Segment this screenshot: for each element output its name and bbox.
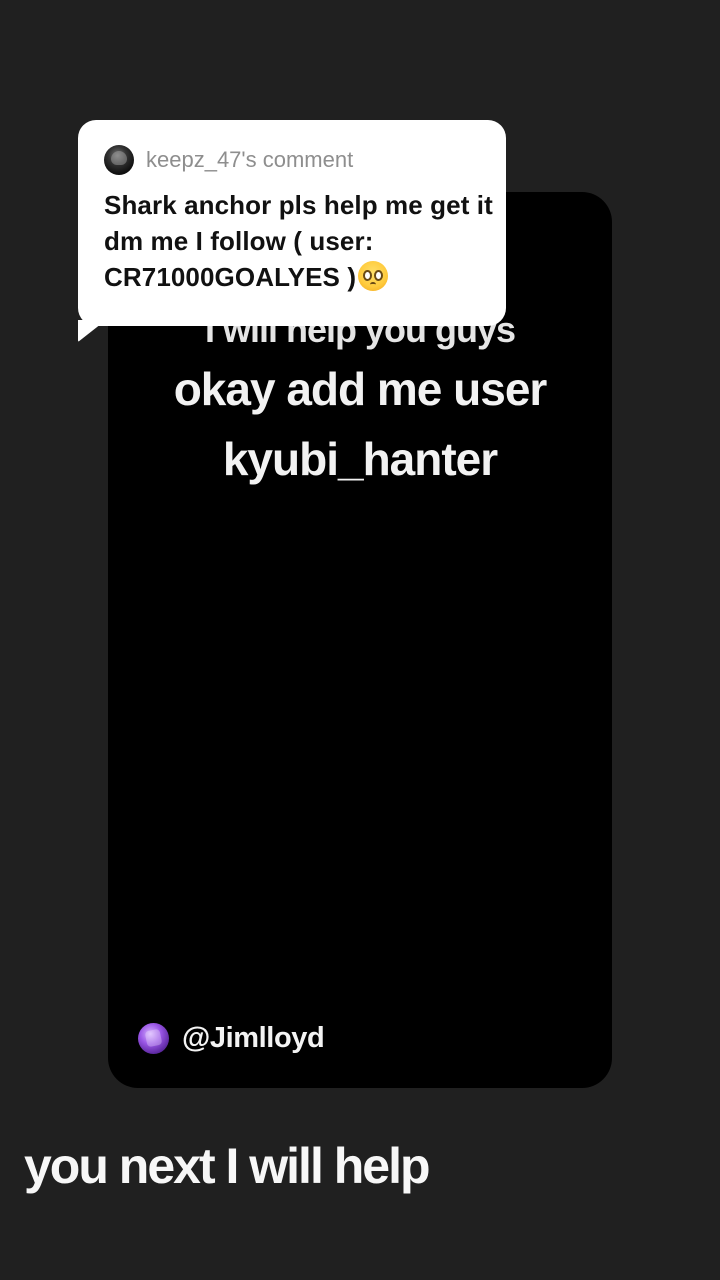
video-caption: you next I will help bbox=[24, 1138, 431, 1194]
comment-text: Shark anchor pls help me get it dm me I … bbox=[104, 190, 493, 292]
overlay-text-line-1: okay add me user bbox=[173, 363, 548, 415]
reply-video-screen: I will help you guys okay add me user ky… bbox=[0, 0, 720, 1280]
comment-reply-bubble[interactable]: keepz_47's comment Shark anchor pls help… bbox=[78, 120, 506, 326]
embedded-video-card[interactable]: I will help you guys okay add me user ky… bbox=[108, 192, 612, 1088]
creator-avatar bbox=[138, 1022, 169, 1054]
creator-credit[interactable]: @Jimlloyd bbox=[138, 1022, 325, 1054]
creator-handle: @Jimlloyd bbox=[182, 1022, 325, 1054]
pleading-face-icon bbox=[358, 261, 389, 291]
comment-bubble-tail bbox=[78, 320, 106, 342]
emoji-mouth bbox=[370, 282, 377, 287]
commenter-avatar bbox=[104, 145, 134, 175]
comment-header: keepz_47's comment bbox=[104, 145, 480, 175]
comment-username: keepz_47's comment bbox=[146, 147, 354, 172]
overlay-text-line-2: kyubi_hanter bbox=[222, 433, 498, 485]
comment-text-container: Shark anchor pls help me get it dm me I … bbox=[104, 187, 494, 295]
